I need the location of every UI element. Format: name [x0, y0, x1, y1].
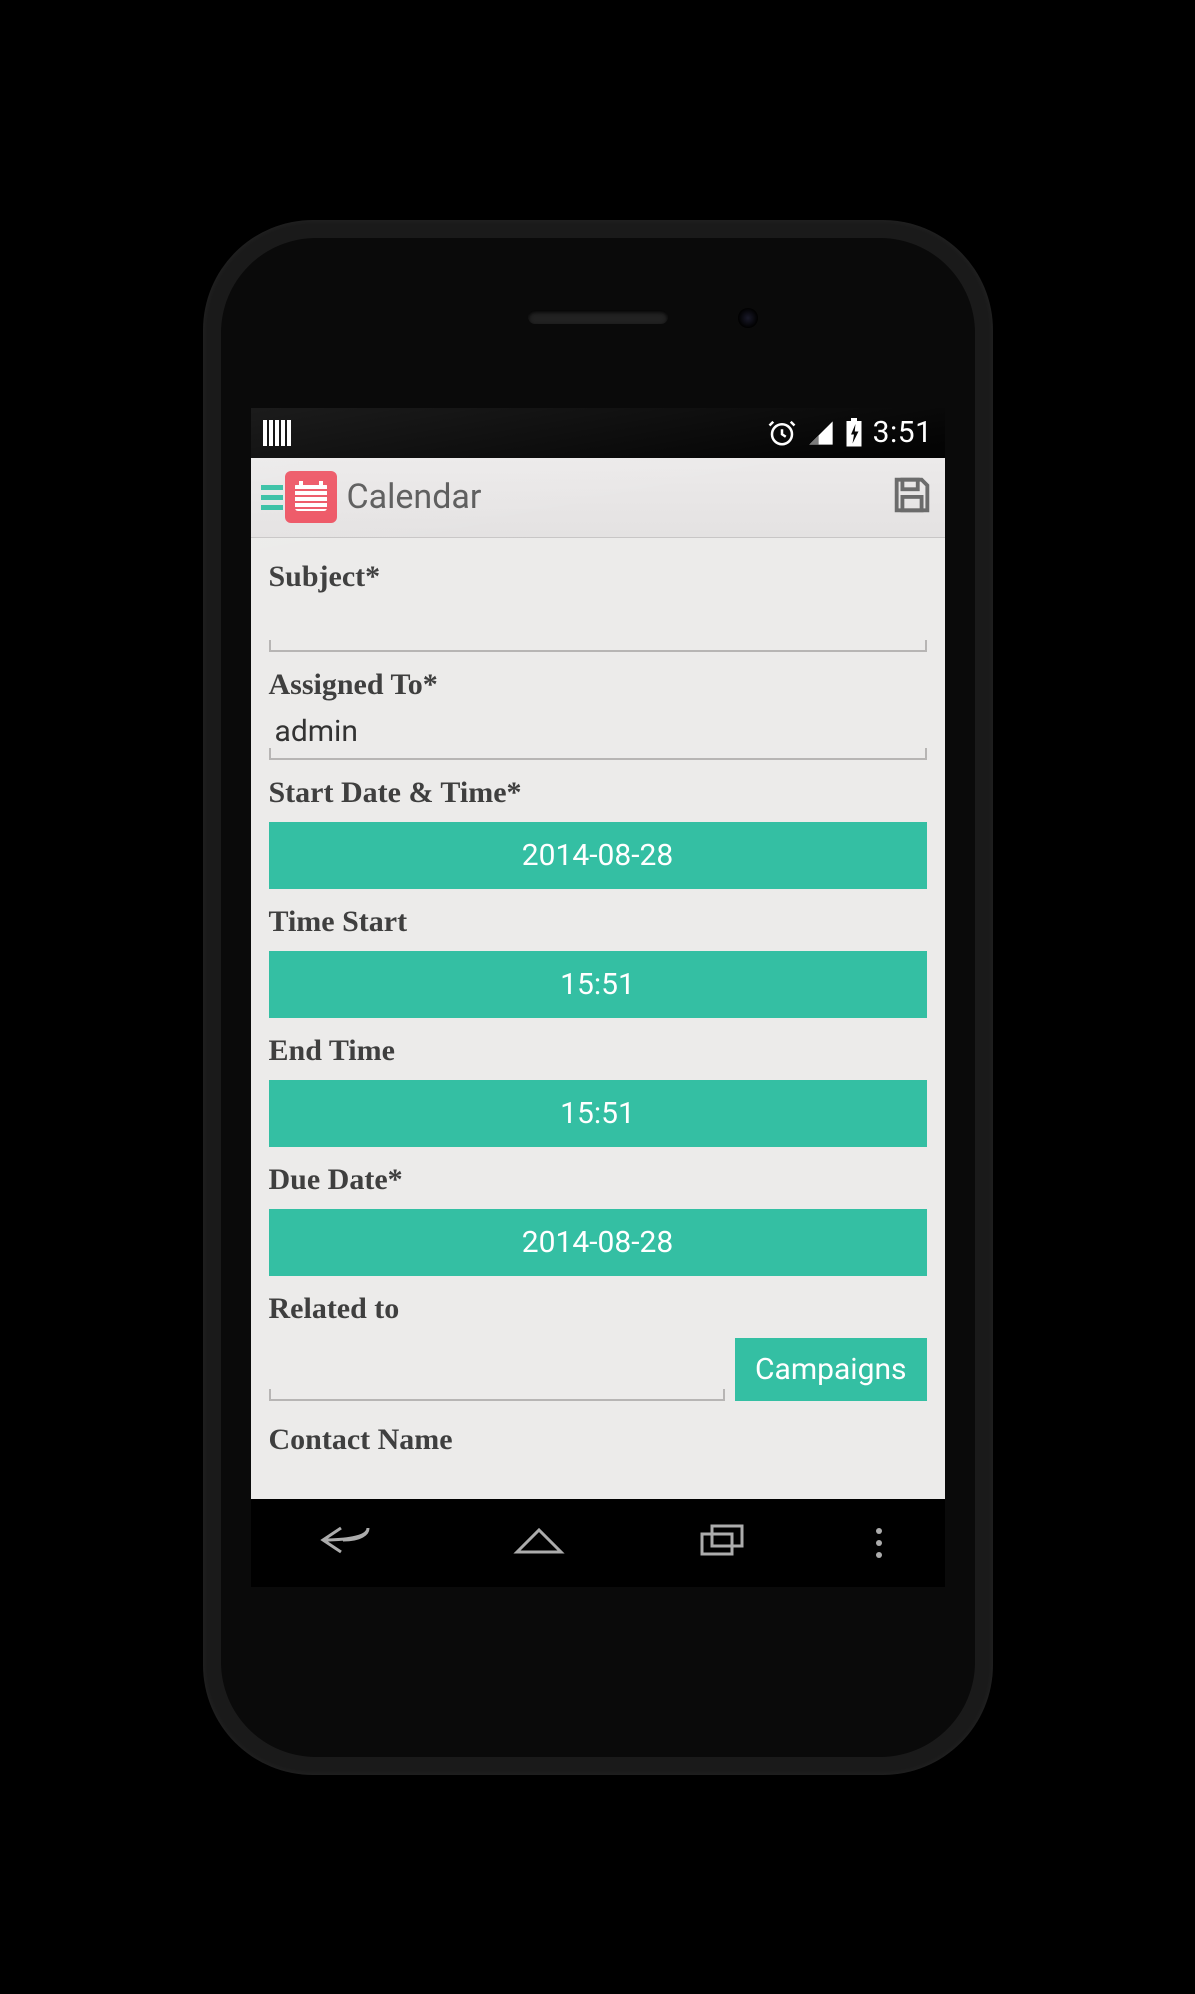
save-icon [889, 472, 935, 518]
screen: 3:51 Calendar Subject* Assigned To* admi… [251, 408, 945, 1587]
recent-apps-button[interactable] [694, 1520, 750, 1565]
due-date-button[interactable]: 2014-08-28 [269, 1209, 927, 1276]
home-icon [509, 1520, 569, 1560]
dot-icon [876, 1540, 882, 1546]
app-title: Calendar [347, 477, 482, 517]
phone-bezel: 3:51 Calendar Subject* Assigned To* admi… [221, 238, 975, 1757]
app-bar: Calendar [251, 458, 945, 538]
calendar-icon [285, 471, 337, 523]
subject-input[interactable] [269, 602, 927, 652]
alarm-icon [767, 418, 797, 448]
system-nav-bar [251, 1499, 945, 1587]
related-to-row: Campaigns [269, 1338, 927, 1401]
time-start-label: Time Start [269, 905, 927, 939]
due-date-label: Due Date* [269, 1163, 927, 1197]
recent-icon [694, 1520, 750, 1560]
end-time-button[interactable]: 15:51 [269, 1080, 927, 1147]
phone-frame: 3:51 Calendar Subject* Assigned To* admi… [203, 220, 993, 1775]
earpiece [528, 310, 668, 324]
back-icon [313, 1520, 383, 1560]
start-date-time-label: Start Date & Time* [269, 776, 927, 810]
related-to-label: Related to [269, 1292, 927, 1326]
start-date-button[interactable]: 2014-08-28 [269, 822, 927, 889]
end-time-label: End Time [269, 1034, 927, 1068]
time-start-button[interactable]: 15:51 [269, 951, 927, 1018]
menu-icon[interactable] [261, 485, 283, 510]
dot-icon [876, 1552, 882, 1558]
assigned-to-label: Assigned To* [269, 668, 927, 702]
front-sensor [738, 308, 758, 328]
battery-charging-icon [845, 418, 863, 448]
back-button[interactable] [313, 1520, 383, 1565]
subject-label: Subject* [269, 560, 927, 594]
status-time: 3:51 [873, 415, 933, 450]
save-button[interactable] [889, 472, 935, 523]
dot-icon [876, 1528, 882, 1534]
related-to-input[interactable] [269, 1351, 725, 1401]
assigned-to-input[interactable]: admin [269, 710, 927, 760]
notification-icon [263, 420, 291, 446]
contact-name-label: Contact Name [269, 1423, 927, 1457]
signal-icon [807, 419, 835, 447]
related-type-button[interactable]: Campaigns [735, 1338, 927, 1401]
status-bar: 3:51 [251, 408, 945, 458]
form-body: Subject* Assigned To* admin Start Date &… [251, 538, 945, 1499]
menu-overflow-button[interactable] [876, 1528, 882, 1558]
home-button[interactable] [509, 1520, 569, 1565]
